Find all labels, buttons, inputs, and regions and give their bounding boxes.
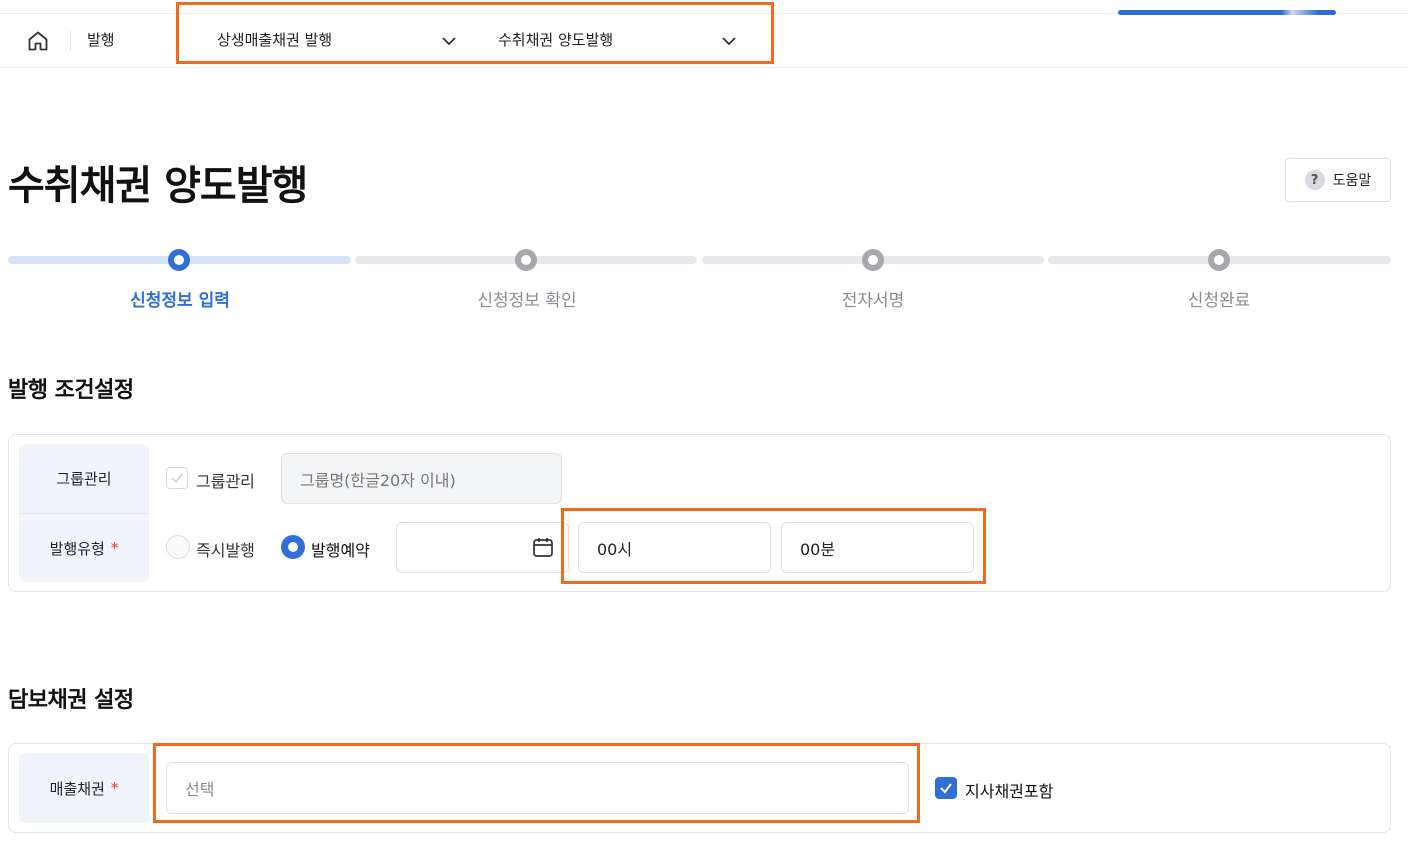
page-title: 수취채권 양도발행: [8, 163, 308, 209]
issue-type-label-cell: 발행유형 *: [19, 514, 149, 582]
sales-bond-label-cell: 매출채권 *: [19, 753, 149, 823]
include-branch-label[interactable]: 지사채권포함: [965, 778, 1053, 802]
radio-immediate-label[interactable]: 즉시발행: [196, 537, 255, 561]
radio-reserved-label[interactable]: 발행예약: [311, 537, 370, 561]
question-mark-icon: ?: [1304, 170, 1325, 190]
chevron-down-icon: [721, 33, 737, 49]
required-mark: *: [110, 539, 119, 557]
group-label: 그룹관리: [56, 470, 112, 488]
include-branch-checkbox[interactable]: [935, 777, 957, 799]
home-icon[interactable]: [26, 29, 50, 53]
help-button-label: 도움말: [1332, 173, 1372, 189]
breadcrumb-bar: 발행 상생매출채권 발행 수취채권 양도발행: [0, 14, 1408, 68]
reservation-minute-select[interactable]: 00분: [781, 522, 974, 573]
issue-type-label: 발행유형: [49, 539, 105, 558]
section-title-collateral: 담보채권 설정: [8, 688, 134, 713]
step-dot-4: [1208, 249, 1230, 271]
group-label-cell: 그룹관리: [19, 444, 149, 513]
chevron-down-icon: [441, 33, 457, 49]
collateral-panel: 매출채권 * 선택 지사채권포함: [8, 743, 1391, 833]
step-dot-1: [168, 249, 190, 271]
issue-conditions-panel: 그룹관리 발행유형 * 그룹관리 그룹명(한글20자 이내) 즉시발행 발행예약…: [8, 434, 1391, 592]
group-checkbox[interactable]: [166, 467, 188, 489]
sales-bond-select[interactable]: 선택: [166, 762, 909, 814]
calendar-icon[interactable]: [531, 535, 555, 559]
group-name-input[interactable]: 그룹명(한글20자 이내): [281, 453, 562, 504]
reservation-hour-value: 00시: [597, 539, 633, 559]
step-label-4: 신청완료: [1187, 291, 1251, 311]
step-label-2: 신청정보 확인: [477, 291, 577, 311]
sales-bond-label: 매출채권: [49, 779, 105, 798]
breadcrumb-dropdown-label: 상생매출채권 발행: [217, 31, 333, 49]
breadcrumb-dropdown-menu1[interactable]: 상생매출채권 발행: [217, 29, 462, 50]
help-button[interactable]: ? 도움말: [1285, 158, 1391, 202]
step-label-1: 신청정보 입력: [130, 291, 230, 311]
step-label-3: 전자서명: [841, 291, 905, 311]
nav-separator: [70, 31, 71, 51]
step-dot-2: [515, 249, 537, 271]
step-dot-3: [862, 249, 884, 271]
radio-immediate-issue[interactable]: [166, 535, 190, 559]
group-checkbox-label[interactable]: 그룹관리: [196, 468, 255, 492]
radio-reserved-issue[interactable]: [281, 535, 305, 559]
section-title-issue-conditions: 발행 조건설정: [8, 378, 134, 403]
reservation-minute-value: 00분: [800, 539, 836, 559]
sales-bond-placeholder: 선택: [185, 780, 215, 799]
breadcrumb-dropdown-label: 수취채권 양도발행: [498, 31, 614, 49]
breadcrumb-dropdown-menu2[interactable]: 수취채권 양도발행: [498, 29, 743, 50]
breadcrumb-root[interactable]: 발행: [87, 29, 115, 50]
required-mark: *: [110, 779, 119, 797]
reservation-hour-select[interactable]: 00시: [578, 522, 771, 573]
group-name-placeholder: 그룹명(한글20자 이내): [300, 470, 456, 490]
